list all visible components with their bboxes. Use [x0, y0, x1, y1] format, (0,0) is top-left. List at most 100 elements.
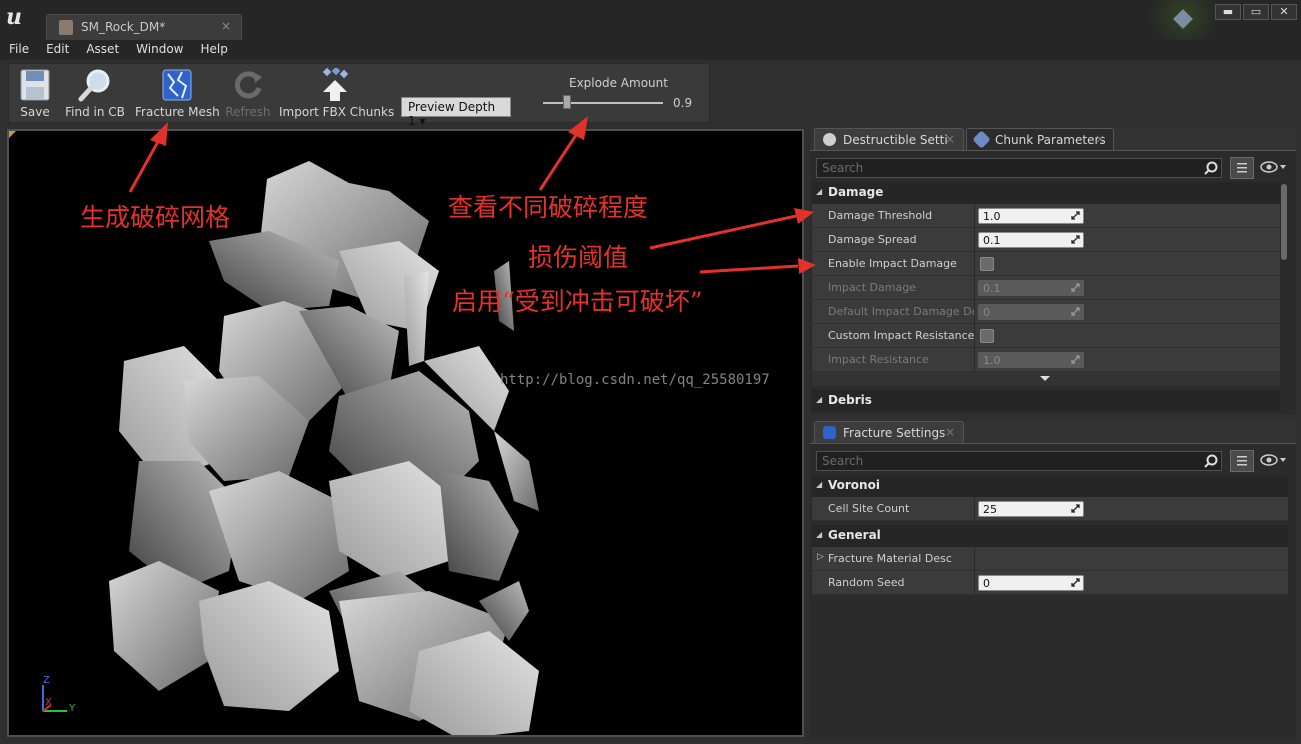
title-bar: u SM_Rock_DM* × ▬ ▭ ✕: [0, 0, 1301, 52]
menu-file[interactable]: File: [0, 40, 37, 60]
damage-spread-field[interactable]: 0.1: [978, 232, 1084, 248]
damage-threshold-field[interactable]: 1.0: [978, 208, 1084, 224]
property-damage-threshold: Damage Threshold 1.0: [812, 204, 1286, 228]
category-voronoi[interactable]: ◢ Voronoi: [812, 475, 1294, 497]
tab-chunk-parameters[interactable]: Chunk Parameters ×: [966, 128, 1114, 150]
gear-icon: [823, 133, 836, 146]
random-seed-field[interactable]: 0: [978, 575, 1084, 591]
tab-fracture-settings[interactable]: Fracture Settings ×: [814, 421, 964, 443]
category-debris[interactable]: ◢ Debris: [812, 390, 1286, 412]
close-icon[interactable]: ×: [945, 425, 955, 439]
category-damage[interactable]: ◢ Damage: [812, 182, 1286, 204]
property-impact-damage: Impact Damage 0.1: [812, 276, 1286, 300]
property-damage-spread: Damage Spread 0.1: [812, 228, 1286, 252]
save-icon: [20, 69, 50, 101]
fracture-mesh-button[interactable]: Fracture Mesh: [135, 64, 220, 122]
asset-tab-label: SM_Rock_DM*: [81, 20, 166, 34]
close-window-button[interactable]: ✕: [1271, 4, 1297, 20]
menu-edit[interactable]: Edit: [37, 40, 77, 60]
custom-impact-resistance-checkbox[interactable]: [980, 329, 994, 343]
import-fbx-chunks-button[interactable]: Import FBX Chunks: [279, 64, 394, 122]
save-button[interactable]: Save: [15, 64, 55, 122]
impact-damage-field[interactable]: 0.1: [978, 280, 1084, 296]
refresh-icon: [234, 71, 262, 99]
property-label: Impact Resistance: [828, 353, 929, 366]
explode-amount-slider-thumb[interactable]: [563, 95, 571, 109]
eye-icon: [1260, 454, 1286, 466]
axis-z-label: Z: [43, 675, 50, 686]
search-icon: [1204, 454, 1218, 468]
tab-chunk-parameters-label: Chunk Parameters: [995, 133, 1106, 147]
explode-amount-slider[interactable]: [543, 102, 663, 104]
category-voronoi-label: Voronoi: [828, 478, 880, 492]
chevron-down-icon: [1040, 376, 1050, 381]
category-damage-label: Damage: [828, 185, 884, 199]
search-icon: [1204, 161, 1218, 175]
property-label: Damage Spread: [828, 233, 917, 246]
collapse-triangle-icon: ◢: [816, 395, 823, 404]
details-search-input[interactable]: Search: [816, 158, 1222, 178]
maximize-button[interactable]: ▭: [1243, 4, 1269, 20]
property-impact-resistance: Impact Resistance 1.0: [812, 348, 1286, 372]
find-in-cb-button[interactable]: Find in CB: [63, 64, 127, 122]
preview-depth-dropdown[interactable]: Preview Depth 1 ▾: [401, 97, 511, 128]
drag-arrows-icon: [1071, 504, 1080, 513]
unreal-logo: u: [6, 4, 22, 30]
view-options-button[interactable]: [1260, 160, 1288, 176]
import-chunks-icon: [322, 68, 349, 101]
category-debris-label: Debris: [828, 393, 872, 407]
refresh-label: Refresh: [225, 105, 271, 119]
category-general[interactable]: ◢ General: [812, 525, 1294, 547]
property-matrix-button[interactable]: [1230, 157, 1254, 179]
tab-destructible-settings[interactable]: Destructible Settings ×: [814, 128, 964, 150]
close-icon[interactable]: ×: [1095, 132, 1105, 146]
drag-arrows-icon: [1071, 355, 1080, 364]
tab-destructible-settings-label: Destructible Settings: [843, 133, 947, 147]
category-general-label: General: [828, 528, 881, 542]
advanced-expander[interactable]: [812, 372, 1286, 386]
property-matrix-button[interactable]: [1230, 450, 1254, 472]
annotation-fracture-mesh: 生成破碎网格: [80, 203, 231, 232]
default-impact-damage-depth-field[interactable]: 0: [978, 304, 1084, 320]
annotation-damage-threshold: 损伤阈值: [528, 243, 629, 272]
property-label: Random Seed: [828, 576, 905, 589]
cell-site-count-field[interactable]: 25: [978, 501, 1084, 517]
expand-triangle-icon[interactable]: ▷: [817, 552, 824, 562]
close-icon[interactable]: ×: [221, 19, 231, 33]
drag-arrows-icon: [1071, 307, 1080, 316]
collapse-triangle-icon: ◢: [816, 530, 823, 539]
property-enable-impact-damage: Enable Impact Damage: [812, 252, 1286, 276]
menu-window[interactable]: Window: [127, 40, 191, 60]
fracture-scrollbar[interactable]: [1288, 475, 1296, 735]
property-random-seed: Random Seed 0: [812, 571, 1294, 595]
enable-impact-damage-checkbox[interactable]: [980, 257, 994, 271]
menu-asset[interactable]: Asset: [77, 40, 127, 60]
property-label: Impact Damage: [828, 281, 916, 294]
details-scrollbar[interactable]: [1280, 182, 1288, 412]
collapse-triangle-icon: ◢: [816, 480, 823, 489]
property-fracture-material-desc[interactable]: ▷ Fracture Material Desc: [812, 547, 1294, 571]
menu-bar: File Edit Asset Window Help: [0, 40, 1301, 60]
property-label: Default Impact Damage Depth: [828, 305, 974, 318]
property-label: Custom Impact Resistance: [828, 329, 974, 342]
property-label: Enable Impact Damage: [828, 257, 957, 270]
minimize-button[interactable]: ▬: [1215, 4, 1241, 20]
fracture-settings-panel: Fracture Settings × Search ◢ Voronoi Cel…: [810, 421, 1296, 739]
save-label: Save: [20, 105, 50, 119]
watermark: http://blog.csdn.net/qq_25580197: [500, 372, 770, 388]
asset-tab[interactable]: SM_Rock_DM* ×: [46, 14, 242, 40]
toolbar: Save Find in CB Fracture Mesh Refresh Im…: [8, 63, 710, 128]
fracture-search-input[interactable]: Search: [816, 451, 1222, 471]
refresh-button[interactable]: Refresh: [223, 64, 273, 122]
view-options-button[interactable]: [1260, 453, 1288, 469]
close-icon[interactable]: ×: [945, 132, 955, 146]
destructible-settings-panel: Destructible Settings × Chunk Parameters…: [810, 128, 1296, 414]
list-icon: [1237, 163, 1247, 173]
impact-resistance-field[interactable]: 1.0: [978, 352, 1084, 368]
menu-help[interactable]: Help: [191, 40, 235, 60]
drag-arrows-icon: [1071, 578, 1080, 587]
destructible-mesh-icon: [59, 20, 73, 35]
property-label: Damage Threshold: [828, 209, 933, 222]
drag-arrows-icon: [1071, 211, 1080, 220]
property-default-impact-damage-depth: Default Impact Damage Depth 0: [812, 300, 1286, 324]
